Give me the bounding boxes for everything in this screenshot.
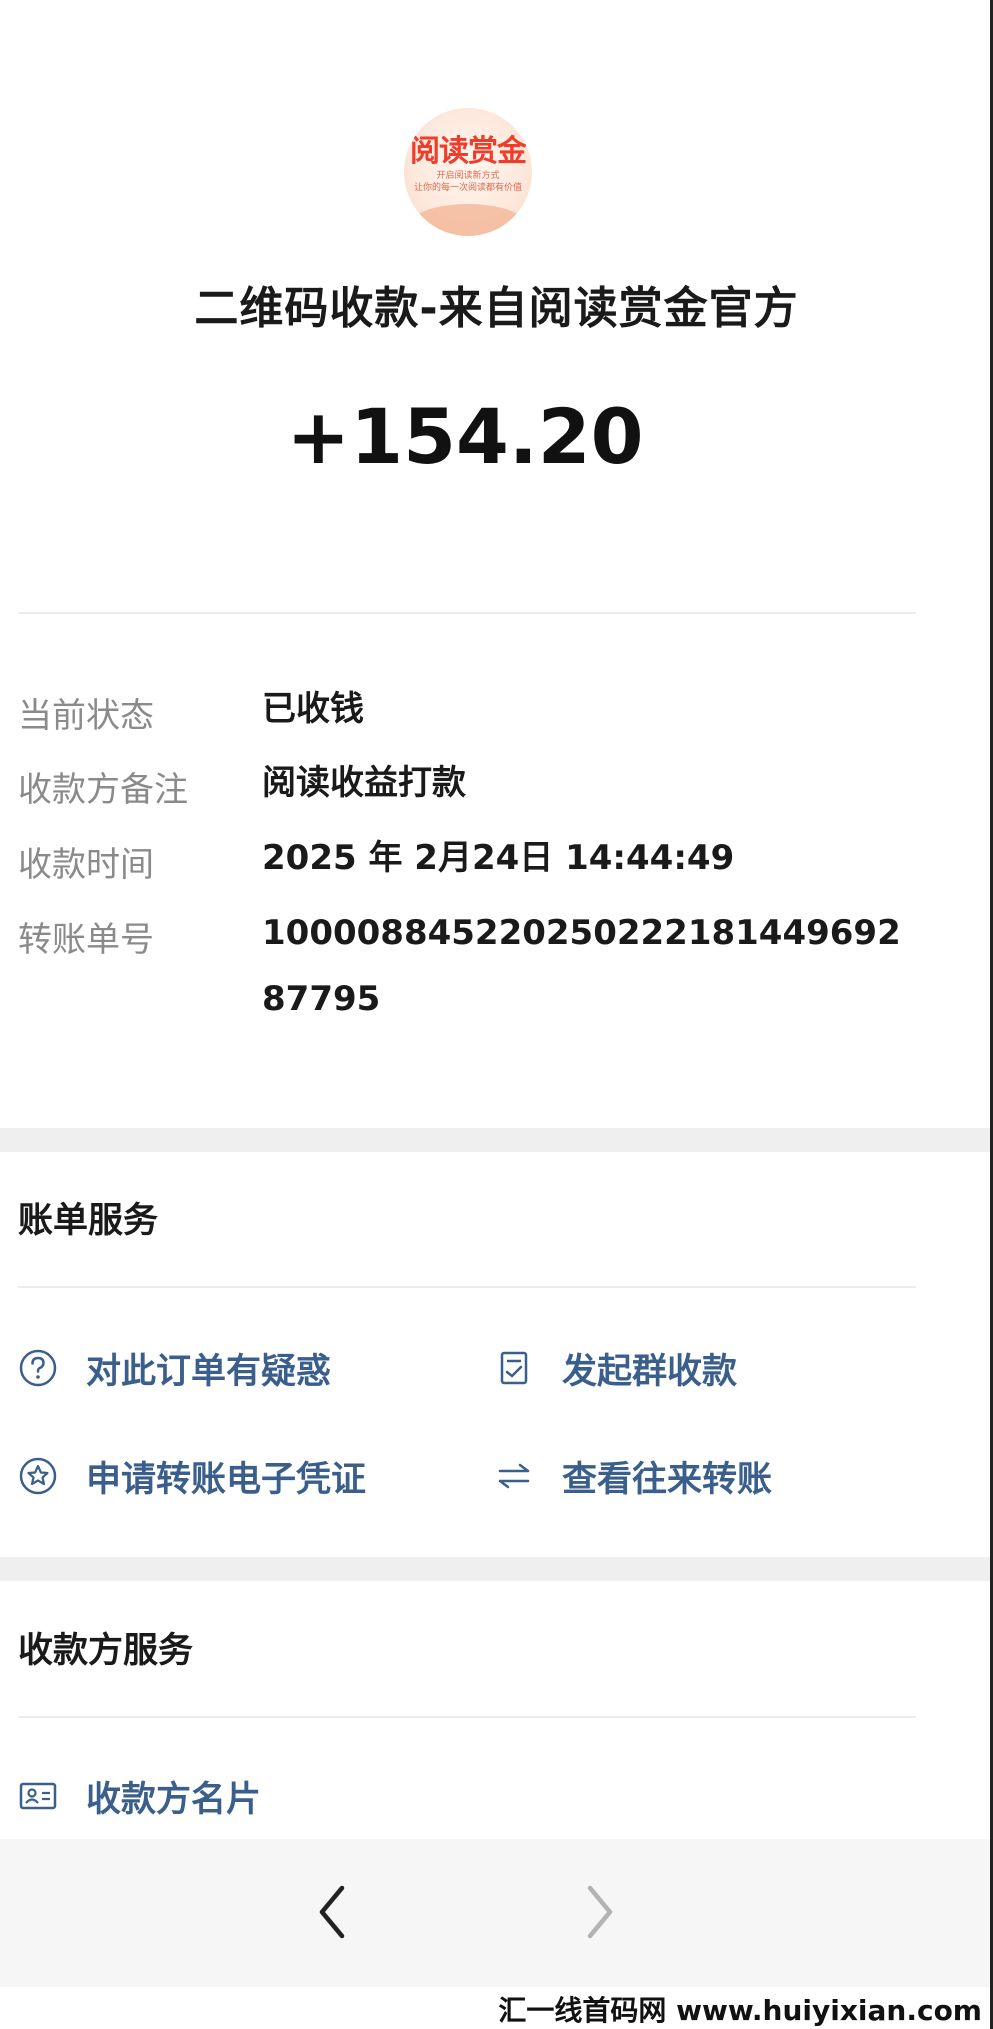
id-card-icon (18, 1776, 58, 1816)
divider (18, 612, 916, 614)
divider (18, 1286, 916, 1288)
transaction-title: 二维码收款-来自阅读赏金官方 (194, 283, 799, 334)
checklist-doc-icon (494, 1348, 534, 1388)
section-separator (0, 1128, 990, 1152)
service-label: 对此订单有疑惑 (86, 1351, 332, 1392)
service-order-question[interactable]: 对此订单有疑惑 (18, 1338, 331, 1398)
section-title-payee-services: 收款方服务 (18, 1631, 194, 1671)
watermark-text: 汇一线首码网 www.huiyixian.com (498, 1994, 982, 2027)
bottom-nav-bar (0, 1839, 990, 1987)
merchant-logo: 阅读赏金 开启阅读新方式 让你的每一次阅读都有价值 (404, 108, 532, 236)
question-circle-icon (18, 1348, 58, 1388)
section-separator (0, 1557, 990, 1581)
service-label: 收款方名片 (86, 1779, 262, 1820)
divider (18, 1716, 916, 1718)
service-label: 发起群收款 (562, 1351, 738, 1392)
detail-value: 阅读收益打款 (262, 763, 466, 803)
detail-label: 收款时间 (18, 845, 154, 885)
logo-decoration (412, 204, 524, 236)
forward-button[interactable] (570, 1879, 630, 1949)
service-transfer-history[interactable]: 查看往来转账 (494, 1446, 772, 1506)
service-payee-card[interactable]: 收款方名片 (18, 1766, 261, 1826)
chevron-left-icon (314, 1884, 350, 1944)
detail-value: 2025 年 2月24日 14:44:49 (262, 838, 735, 878)
swap-arrows-icon (494, 1456, 534, 1496)
service-e-voucher[interactable]: 申请转账电子凭证 (18, 1446, 366, 1506)
star-circle-icon (18, 1456, 58, 1496)
detail-value: 100008845220250222181449692 87795 (262, 913, 901, 1019)
service-label: 查看往来转账 (562, 1459, 773, 1500)
back-button[interactable] (302, 1879, 362, 1949)
logo-title: 阅读赏金 (410, 134, 527, 169)
detail-label: 转账单号 (18, 920, 154, 960)
logo-subtitle: 开启阅读新方式 让你的每一次阅读都有价值 (414, 171, 523, 193)
chevron-right-icon (582, 1884, 618, 1944)
watermark-strip: 汇一线首码网 www.huiyixian.com (0, 1987, 990, 2029)
detail-label: 收款方备注 (18, 770, 188, 810)
section-title-bill-services: 账单服务 (18, 1201, 159, 1241)
detail-label: 当前状态 (18, 696, 154, 736)
detail-value: 已收钱 (262, 689, 364, 729)
service-group-collect[interactable]: 发起群收款 (494, 1338, 737, 1398)
transaction-detail-page: 阅读赏金 开启阅读新方式 让你的每一次阅读都有价值 二维码收款-来自阅读赏金官方… (0, 0, 993, 2029)
transaction-amount: +154.20 (286, 392, 644, 481)
service-label: 申请转账电子凭证 (86, 1459, 367, 1500)
